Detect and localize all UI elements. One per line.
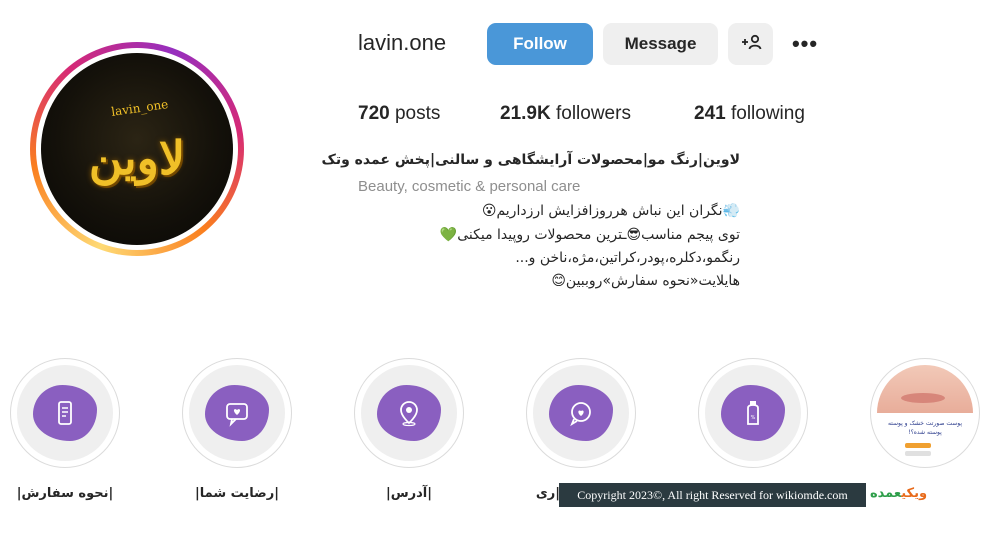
svg-text:%: % xyxy=(751,415,756,421)
avatar-image: lavin_one لاوین xyxy=(41,53,233,245)
highlight-reviews[interactable] xyxy=(182,358,292,468)
photo-caption: پوست صورتت خشک و پوسته پوسته شده؟! xyxy=(887,420,963,436)
followers-count: 21.9K xyxy=(500,103,551,124)
photo-bar xyxy=(905,443,931,448)
highlight-skin-care[interactable]: پوست صورتت خشک و پوسته پوسته شده؟! xyxy=(870,358,980,468)
highlight-label: |آدرس| xyxy=(385,486,433,501)
highlight-label: |ری xyxy=(535,486,560,501)
highlight-cover xyxy=(189,365,285,461)
avatar-logo-text: لاوین xyxy=(88,131,186,185)
profile-category: Beauty, cosmetic & personal care xyxy=(358,178,581,195)
profile-avatar[interactable]: lavin_one لاوین xyxy=(30,42,244,256)
highlight-cover xyxy=(533,365,629,461)
bio-line: هایلایت«نحوه سفارش»روببین😊 xyxy=(551,273,740,289)
highlight-ring: % xyxy=(698,358,808,468)
highlight-order-guide[interactable] xyxy=(10,358,120,468)
bio-name-line: لاوین|رنگ مو|محصولات آرایشگاهی و سالنی|پ… xyxy=(321,152,740,168)
highlight-address[interactable] xyxy=(354,358,464,468)
following-count: 241 xyxy=(694,103,726,124)
message-button[interactable]: Message xyxy=(603,23,718,65)
more-dots-icon: ••• xyxy=(791,31,819,56)
more-options-button[interactable]: ••• xyxy=(786,23,824,65)
bottle-icon: % xyxy=(721,385,785,441)
suggested-users-button[interactable] xyxy=(728,23,773,65)
highlight-cover xyxy=(361,365,457,461)
highlight-products[interactable]: % xyxy=(698,358,808,468)
logo-part: عمده xyxy=(870,486,902,501)
logo-part: ویکی xyxy=(901,486,928,501)
avatar-ring-gap: lavin_one لاوین xyxy=(36,48,238,250)
avatar-handle-text: lavin_one xyxy=(110,97,170,119)
followers-label: followers xyxy=(555,103,631,124)
highlight-ring xyxy=(10,358,120,468)
site-logo: ویکیعمده xyxy=(870,486,927,501)
bio-line: 💨نگران این نباش هرروزافزایش ارزداریم😮 xyxy=(481,203,740,219)
phone-order-icon xyxy=(33,385,97,441)
bio-line: توی پیجم مناسب😎ـترین محصولات روپیدا میکن… xyxy=(439,227,740,243)
following-stat[interactable]: 241 following xyxy=(694,103,805,125)
photo-bar xyxy=(905,451,931,456)
highlight-cover: % xyxy=(705,365,801,461)
following-label: following xyxy=(730,103,805,124)
chat-heart-icon xyxy=(205,385,269,441)
photo-thumbnail: پوست صورتت خشک و پوسته پوسته شده؟! xyxy=(877,365,973,461)
lips-photo xyxy=(877,365,973,413)
highlight-ring: پوست صورتت خشک و پوسته پوسته شده؟! xyxy=(870,358,980,468)
posts-count: 720 xyxy=(358,103,390,124)
highlight-contact[interactable] xyxy=(526,358,636,468)
highlight-ring xyxy=(354,358,464,468)
location-pin-icon xyxy=(377,385,441,441)
posts-stat: 720 posts xyxy=(358,103,440,125)
highlight-ring xyxy=(526,358,636,468)
highlight-cover xyxy=(17,365,113,461)
highlight-label: |نحوه سفارش| xyxy=(16,486,114,501)
bio-line: رنگمو،دکلره،پودر،کراتین،مژه،ناخن و... xyxy=(515,250,740,266)
follow-button[interactable]: Follow xyxy=(487,23,593,65)
profile-username: lavin.one xyxy=(358,30,447,55)
highlight-ring xyxy=(182,358,292,468)
followers-stat[interactable]: 21.9K followers xyxy=(500,103,631,125)
posts-label: posts xyxy=(394,103,441,124)
add-user-icon xyxy=(740,33,762,56)
lips-shape xyxy=(901,393,945,403)
copyright-banner: Copyright 2023©, All right Reserved for … xyxy=(559,483,866,507)
heart-bubble-icon xyxy=(549,385,613,441)
highlight-label: |رضایت شما| xyxy=(195,486,279,501)
